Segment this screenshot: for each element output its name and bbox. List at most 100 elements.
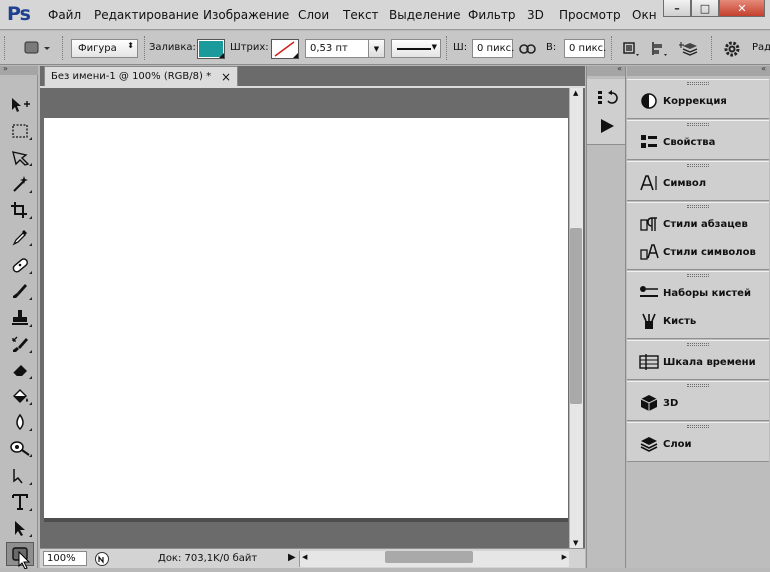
scroll-left-icon[interactable]: ◀ (302, 553, 307, 561)
menu-filter[interactable]: Фильтр (468, 8, 515, 22)
scroll-up-icon[interactable]: ▲ (573, 89, 578, 97)
close-window-button[interactable]: ✕ (719, 0, 765, 17)
path-selection-tool[interactable] (6, 516, 34, 540)
scroll-down-icon[interactable]: ▼ (573, 539, 578, 547)
minimize-button[interactable]: – (663, 0, 691, 17)
double-chevron-icon[interactable]: » (3, 64, 8, 73)
panel-grip[interactable] (687, 123, 709, 126)
3d-icon (635, 390, 663, 416)
menu-view[interactable]: Просмотр (559, 8, 621, 22)
menu-layers[interactable]: Слои (298, 8, 329, 22)
healing-brush-tool[interactable] (6, 253, 34, 277)
path-alignment-icon[interactable] (648, 39, 670, 59)
close-tab-icon[interactable]: × (221, 70, 231, 84)
crop-tool[interactable] (6, 198, 34, 222)
maximize-button[interactable]: □ (691, 0, 719, 17)
menu-window[interactable]: Окн (632, 8, 658, 22)
dodge-tool[interactable] (6, 436, 34, 460)
stroke-swatch-button[interactable] (271, 39, 299, 59)
fill-swatch-button[interactable] (197, 39, 225, 59)
eyedropper-tool[interactable] (6, 225, 34, 249)
character-styles-icon (635, 239, 663, 265)
status-menu-arrow-icon[interactable]: ▶ (288, 552, 296, 563)
share-icon[interactable] (95, 552, 109, 566)
layers-icon (635, 431, 663, 457)
scroll-right-icon[interactable]: ▶ (562, 553, 567, 561)
clone-stamp-tool[interactable] (6, 306, 34, 330)
move-tool[interactable] (6, 92, 34, 116)
panel-item-timeline[interactable]: Шкала времени (627, 349, 769, 375)
width-field[interactable]: 0 пикс. (472, 39, 515, 58)
panel-item-paragraph-styles[interactable]: Стили абзацев (627, 211, 769, 237)
history-icon[interactable] (596, 88, 618, 108)
history-dock: « (586, 64, 626, 568)
menu-3d[interactable]: 3D (527, 8, 544, 22)
shape-mode-select[interactable]: Фигура ⬍ (71, 39, 138, 58)
horizontal-scroll-thumb[interactable] (385, 551, 473, 563)
path-arrangement-icon[interactable] (678, 38, 702, 60)
width-value: 0 пикс. (477, 43, 515, 54)
panel-grip[interactable] (687, 82, 709, 85)
pen-tool[interactable] (6, 464, 34, 488)
fill-label: Заливка: (149, 42, 196, 53)
collapse-chevron-icon[interactable]: « (617, 64, 622, 73)
panel-grip[interactable] (687, 205, 709, 208)
eraser-tool[interactable] (6, 358, 34, 382)
panel-grip[interactable] (687, 384, 709, 387)
history-brush-icon (12, 336, 28, 352)
status-bar: 100% Док: 703,1K/0 байт ▶ ◀ ▶ (40, 548, 585, 568)
panel-item-brush-presets[interactable]: Наборы кистей (627, 280, 769, 306)
menu-file[interactable]: Файл (48, 8, 81, 22)
gear-icon[interactable] (720, 38, 744, 60)
panel-item-brush[interactable]: Кисть (627, 308, 769, 334)
lasso-tool[interactable] (6, 145, 34, 169)
panel-grip[interactable] (687, 274, 709, 277)
dodge-icon (10, 441, 30, 456)
document-tab[interactable]: Без имени-1 @ 100% (RGB/8) * × (44, 66, 238, 86)
panel-grip[interactable] (687, 164, 709, 167)
tools-panel-header[interactable]: » (0, 64, 38, 75)
blur-tool[interactable] (6, 410, 34, 434)
zoom-field[interactable]: 100% (43, 551, 87, 566)
dock-header[interactable]: « (587, 64, 625, 76)
path-select-icon (15, 521, 25, 536)
panel-grip[interactable] (687, 343, 709, 346)
paragraph-styles-icon (635, 211, 663, 237)
stroke-width-field[interactable]: 0,53 пт ▼ (305, 39, 385, 58)
vertical-scroll-thumb[interactable] (570, 228, 582, 404)
chevron-down-icon[interactable]: ▼ (368, 40, 384, 57)
dock-header[interactable]: « (627, 64, 770, 76)
marquee-tool[interactable] (6, 119, 34, 143)
layers-panel-group: Слои (627, 422, 769, 462)
panel-item-properties[interactable]: Свойства (627, 129, 769, 155)
stroke-type-select[interactable]: ▼ (391, 39, 441, 58)
menu-image[interactable]: Изображение (203, 8, 289, 22)
panel-item-3d[interactable]: 3D (627, 390, 769, 416)
tool-preset-picker[interactable] (14, 38, 52, 58)
chevron-down-icon: ▼ (431, 43, 437, 51)
menu-select[interactable]: Выделение (389, 8, 460, 22)
link-icon[interactable] (518, 41, 538, 57)
height-field[interactable]: 0 пикс. (564, 39, 606, 58)
rect-marquee-icon (12, 124, 28, 138)
type-tool[interactable] (6, 490, 34, 514)
paint-bucket-tool[interactable] (6, 384, 34, 408)
menu-edit[interactable]: Редактирование (94, 8, 199, 22)
panel-grip[interactable] (687, 425, 709, 428)
panel-item-layers[interactable]: Слои (627, 431, 769, 457)
panel-item-adjustments[interactable]: Коррекция (627, 88, 769, 114)
solid-line-icon (397, 48, 431, 50)
document-canvas[interactable] (44, 118, 568, 518)
options-grip[interactable] (4, 36, 6, 60)
properties-icon (635, 129, 663, 155)
brush-tool[interactable] (6, 279, 34, 303)
menu-text[interactable]: Текст (343, 8, 379, 22)
magic-wand-tool[interactable] (6, 172, 34, 196)
panel-item-character-styles[interactable]: Стили символов (627, 239, 769, 265)
panel-item-character[interactable]: Символ (627, 170, 769, 196)
history-brush-tool[interactable] (6, 332, 34, 356)
path-operations-icon[interactable] (620, 39, 642, 59)
panel-label: Кисть (663, 315, 697, 327)
actions-play-icon[interactable] (596, 116, 618, 136)
collapse-chevron-icon[interactable]: « (761, 64, 766, 73)
